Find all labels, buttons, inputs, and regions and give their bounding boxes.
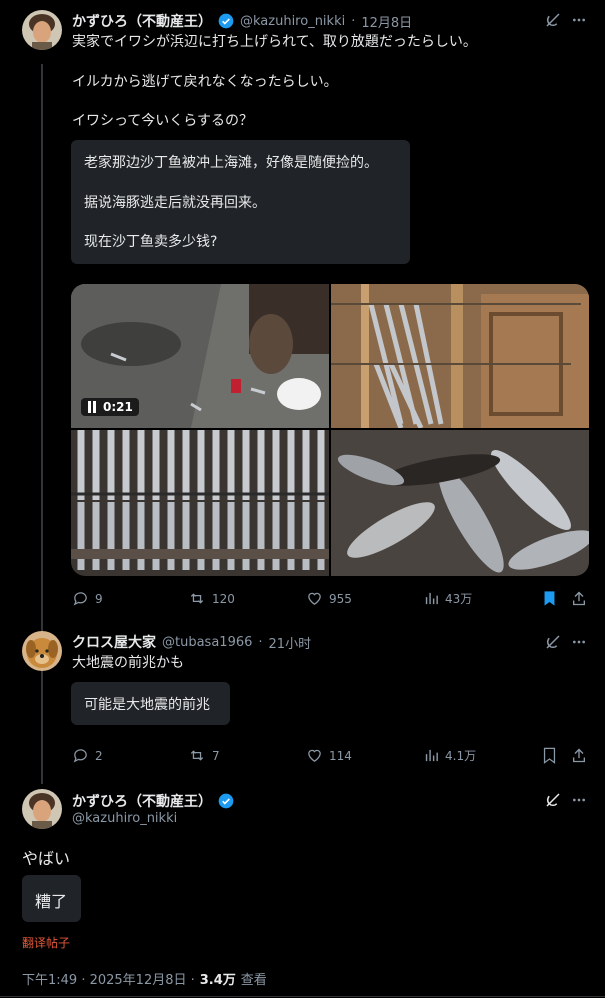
image-drying-fish-rows[interactable] <box>71 430 329 576</box>
views-button[interactable]: 4.1万 <box>424 747 476 764</box>
translate-post-link[interactable]: 翻译帖子 <box>22 934 70 951</box>
repost-count: 7 <box>212 748 220 763</box>
repost-icon <box>188 590 206 607</box>
avatar[interactable] <box>22 789 62 829</box>
more-icon[interactable] <box>571 792 587 808</box>
views-count: 43万 <box>445 592 473 606</box>
post-text-line: イワシって今いくらするの？ <box>72 113 254 129</box>
divider <box>0 996 605 997</box>
like-icon <box>306 747 323 764</box>
translation-line: 据说海豚逃走后就没再回来。 <box>84 195 266 211</box>
thread-connector <box>41 64 43 784</box>
translation-line: 糟了 <box>35 892 68 911</box>
post-date[interactable]: 12月8日 <box>361 12 412 31</box>
translation-box: 可能是大地震的前兆 <box>71 682 230 725</box>
repost-button[interactable]: 120 <box>188 590 235 607</box>
reply-icon <box>72 590 89 607</box>
author-name[interactable]: かずひろ（不動産王） <box>72 791 212 811</box>
reply-count: 9 <box>95 591 103 606</box>
grok-icon[interactable] <box>544 791 562 809</box>
bookmark-icon[interactable] <box>542 747 557 764</box>
translation-box: 糟了 <box>22 875 81 922</box>
reply-icon <box>72 747 89 764</box>
reply-button[interactable]: 2 <box>72 747 103 764</box>
post-text-line: イルカから逃げて戻れなくなったらしい。 <box>72 74 338 90</box>
translation-line: 可能是大地震的前兆 <box>84 697 210 713</box>
reply-button[interactable]: 9 <box>72 590 103 607</box>
translation-line: 老家那边沙丁鱼被冲上海滩，好像是随便捡的。 <box>84 155 378 171</box>
more-icon[interactable] <box>571 12 587 28</box>
author-name[interactable]: かずひろ（不動産王） <box>72 11 212 31</box>
author-name[interactable]: クロス屋大家 <box>72 632 156 652</box>
author-handle[interactable]: @kazuhiro_nikki <box>72 811 177 826</box>
views-count: 3.4万 <box>199 973 236 988</box>
share-icon[interactable] <box>571 747 587 764</box>
bookmark-icon[interactable] <box>542 590 557 607</box>
post-time[interactable]: 21小时 <box>269 633 312 652</box>
share-icon[interactable] <box>571 590 587 607</box>
translation-line: 现在沙丁鱼卖多少钱? <box>84 234 218 250</box>
reply-count: 2 <box>95 748 103 763</box>
like-button[interactable]: 114 <box>306 747 352 764</box>
more-icon[interactable] <box>571 634 587 650</box>
views-label: 查看 <box>240 973 267 988</box>
like-count: 114 <box>329 748 352 763</box>
like-button[interactable]: 955 <box>306 590 352 607</box>
video-player[interactable]: 0:21 <box>71 284 329 428</box>
pause-icon[interactable] <box>87 401 97 413</box>
dot-separator: · <box>351 13 356 29</box>
post-text: やばい <box>22 849 71 868</box>
author-handle[interactable]: @kazuhiro_nikki <box>240 14 345 29</box>
views-count: 4.1万 <box>445 749 477 763</box>
image-drying-fish-shed[interactable] <box>331 284 589 428</box>
image-fish-pile[interactable] <box>331 430 589 576</box>
translation-box: 老家那边沙丁鱼被冲上海滩，好像是随便捡的。 据说海豚逃走后就没再回来。 现在沙丁… <box>71 140 410 264</box>
repost-count: 120 <box>212 591 235 606</box>
avatar[interactable] <box>22 631 62 671</box>
author-handle[interactable]: @tubasa1966 <box>162 635 252 650</box>
like-icon <box>306 590 323 607</box>
post-text: 大地震の前兆かも <box>72 655 184 671</box>
views-icon <box>424 590 439 607</box>
grok-icon[interactable] <box>544 11 562 29</box>
verified-badge-icon <box>218 793 234 809</box>
video-time: 0:21 <box>103 400 133 414</box>
avatar[interactable] <box>22 10 62 50</box>
like-count: 955 <box>329 591 352 606</box>
media-grid: 0:21 <box>71 284 589 576</box>
repost-icon <box>188 747 206 764</box>
views-button[interactable]: 43万 <box>424 590 472 607</box>
dot-separator: · <box>258 634 263 650</box>
grok-icon[interactable] <box>544 633 562 651</box>
video-timer: 0:21 <box>81 398 139 416</box>
post-text-line: 実家でイワシが浜辺に打ち上げられて、取り放題だったらしい。 <box>72 34 477 50</box>
verified-badge-icon <box>218 13 234 29</box>
repost-button[interactable]: 7 <box>188 747 220 764</box>
views-icon <box>424 747 439 764</box>
post-timestamp[interactable]: 下午1:49 · 2025年12月8日 · <box>22 969 195 988</box>
